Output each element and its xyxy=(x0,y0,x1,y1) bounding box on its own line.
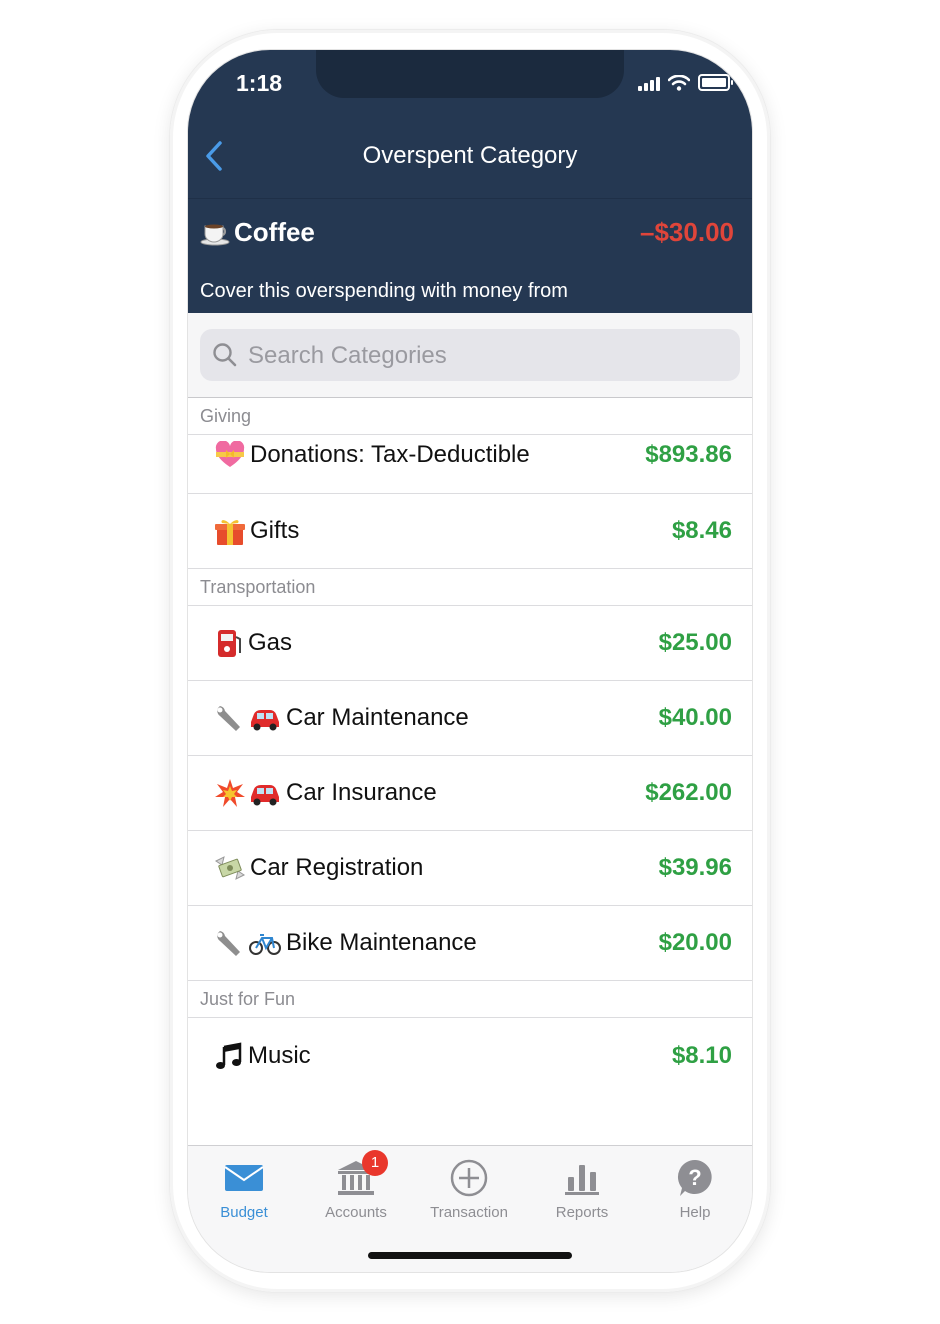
search-input[interactable] xyxy=(246,329,730,383)
money-wings-icon xyxy=(215,856,245,880)
category-row[interactable]: Music $8.10 xyxy=(188,1018,752,1093)
section-header-just-for-fun: Just for Fun xyxy=(188,981,752,1018)
wrench-icon xyxy=(217,931,240,956)
battery-icon xyxy=(698,74,733,91)
category-available: $25.00 xyxy=(658,629,732,656)
section-header-transportation: Transportation xyxy=(188,569,752,606)
gift-icon xyxy=(215,520,245,545)
overspent-amount: –$30.00 xyxy=(640,217,734,247)
category-name: Music xyxy=(248,1041,311,1069)
bar-chart-icon xyxy=(565,1165,599,1195)
search-icon xyxy=(213,343,237,367)
category-available: $8.10 xyxy=(671,1041,732,1069)
overspent-category-name: Coffee xyxy=(234,217,315,247)
status-icons xyxy=(638,74,733,91)
bicycle-icon xyxy=(249,934,281,955)
category-row[interactable]: Car Maintenance $40.00 xyxy=(188,681,752,756)
tab-transaction[interactable]: Transaction xyxy=(419,1156,519,1221)
category-list: Giving Donations: Tax-Deductible $893.86 xyxy=(188,398,752,1093)
category-available: $20.00 xyxy=(658,929,732,956)
tab-accounts[interactable]: 1 Accounts xyxy=(306,1150,406,1221)
category-row[interactable]: Gas $25.00 xyxy=(188,606,752,681)
tab-accounts-label: Accounts xyxy=(325,1204,387,1221)
heart-ribbon-icon xyxy=(215,441,245,467)
wifi-icon xyxy=(668,74,690,91)
accounts-badge: 1 xyxy=(362,1150,388,1176)
category-row[interactable]: Gifts $8.46 xyxy=(188,494,752,569)
category-row[interactable]: Bike Maintenance $20.00 xyxy=(188,906,752,981)
category-name: Gifts xyxy=(250,517,300,544)
envelope-icon xyxy=(224,1165,264,1191)
car-icon xyxy=(251,710,279,731)
add-circle-icon xyxy=(450,1159,488,1197)
category-name: Gas xyxy=(248,629,293,656)
category-available: $8.46 xyxy=(671,517,732,544)
tab-transaction-label: Transaction xyxy=(430,1204,508,1221)
tab-reports[interactable]: Reports xyxy=(532,1156,632,1221)
tab-reports-label: Reports xyxy=(555,1204,609,1221)
tab-bar: Budget 1 Accounts Transaction Reports ? … xyxy=(188,1145,752,1272)
fuel-pump-icon xyxy=(218,630,241,657)
category-name: Bike Maintenance xyxy=(286,929,477,956)
cellular-signal-icon xyxy=(638,75,660,91)
overspent-category: Coffee xyxy=(200,217,315,248)
category-available: $893.86 xyxy=(645,441,732,468)
tab-budget[interactable]: Budget xyxy=(194,1156,294,1221)
nav-divider xyxy=(188,198,752,199)
category-available: $40.00 xyxy=(658,704,732,731)
category-name: Car Maintenance xyxy=(286,704,469,731)
category-name: Car Insurance xyxy=(286,779,437,806)
home-indicator[interactable] xyxy=(368,1252,572,1259)
status-time: 1:18 xyxy=(236,70,283,96)
music-notes-icon xyxy=(216,1041,242,1069)
svg-text:?: ? xyxy=(688,1165,701,1190)
category-available: $39.96 xyxy=(658,854,732,881)
tab-budget-label: Budget xyxy=(220,1204,268,1221)
header: 1:18 Overspent Category Coffee –$30.00 C… xyxy=(188,50,752,313)
page-title: Overspent Category xyxy=(362,142,578,169)
category-name: Donations: Tax-Deductible xyxy=(250,441,530,468)
category-row[interactable]: Car Insurance $262.00 xyxy=(188,756,752,831)
coffee-icon xyxy=(200,224,230,245)
category-row[interactable]: Donations: Tax-Deductible $893.86 xyxy=(188,435,752,494)
wrench-icon xyxy=(217,706,240,731)
tab-help-label: Help xyxy=(679,1204,711,1221)
cover-instructions: Cover this overspending with money from xyxy=(200,280,568,302)
category-available: $262.00 xyxy=(645,779,732,806)
category-row[interactable]: Car Registration $39.96 xyxy=(188,831,752,906)
tab-help[interactable]: ? Help xyxy=(645,1156,745,1221)
search-bar-container xyxy=(188,313,752,398)
help-bubble-icon: ? xyxy=(677,1160,712,1196)
app-screen: 1:18 Overspent Category Coffee –$30.00 C… xyxy=(188,50,752,1272)
collision-icon xyxy=(215,779,245,807)
search-field[interactable] xyxy=(200,329,740,383)
category-name: Car Registration xyxy=(250,854,424,881)
car-icon xyxy=(251,785,279,806)
section-header-giving: Giving xyxy=(188,398,752,435)
device-notch xyxy=(316,50,624,98)
